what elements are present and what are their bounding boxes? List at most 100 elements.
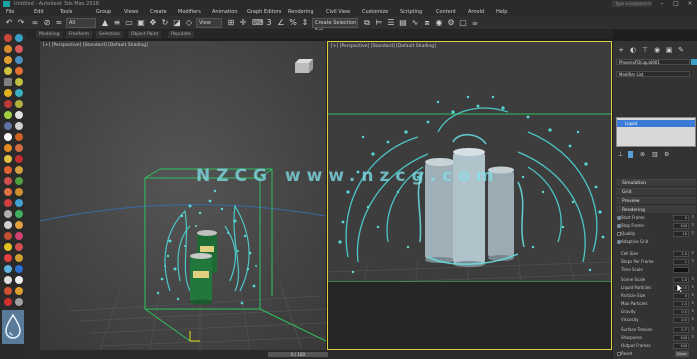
angle-snap-icon[interactable]: ∠ (276, 18, 286, 28)
utilities-icon[interactable]: ✎ (676, 45, 686, 55)
phoenix-vortex-icon[interactable] (4, 67, 12, 75)
reference-coord-dropdown[interactable]: View (196, 18, 222, 28)
phoenix-render-icon[interactable] (15, 155, 23, 163)
tab-populate[interactable]: Populate (168, 31, 194, 38)
param-value[interactable]: 0.0 (673, 317, 689, 323)
percent-snap-icon[interactable]: % (288, 18, 298, 28)
bind-icon[interactable]: ≈ (54, 18, 64, 28)
modifier-list-dropdown[interactable]: Modifier List (616, 71, 690, 77)
phoenix-help-icon[interactable] (4, 177, 12, 185)
spinner-icon[interactable]: ⇕ (691, 277, 695, 283)
phoenix-preview-icon[interactable] (15, 122, 23, 130)
menu-tools[interactable]: Tools (60, 8, 72, 16)
phoenix-snow-icon[interactable] (15, 276, 23, 284)
curve-editor-icon[interactable]: ∿ (410, 18, 420, 28)
viewport-right-label[interactable]: [+] [Perspective] [Standard] [Default Sh… (331, 44, 436, 49)
param-value[interactable]: 100 (673, 335, 689, 341)
mirror-icon[interactable]: ⧉ (362, 18, 372, 28)
select-manipulate-icon[interactable]: ✛ (238, 18, 248, 28)
tab-freeform[interactable]: Freeform (66, 31, 93, 38)
rollout-simulation[interactable]: Simulation (616, 179, 696, 186)
phoenix-light-gray-icon[interactable] (4, 276, 12, 284)
phoenix-wetmap-icon[interactable] (4, 111, 12, 119)
phoenix-force-icon[interactable] (4, 56, 12, 64)
phoenix-group-icon[interactable] (4, 122, 12, 130)
phoenix-warn-icon[interactable] (4, 254, 12, 262)
snap-icon[interactable]: 3 (264, 18, 274, 28)
phoenix-mist-icon[interactable] (15, 100, 23, 108)
toggle-ribbon-icon[interactable]: ▤ (398, 18, 408, 28)
phoenix-shader-icon[interactable] (15, 133, 23, 141)
viewport-left-label[interactable]: [+] [Perspective] [Standard] [Default Sh… (43, 43, 148, 48)
phoenix-body-icon[interactable] (4, 78, 12, 86)
menu-graph-editors[interactable]: Graph Editors (247, 8, 281, 16)
menu-help[interactable]: Help (496, 8, 507, 16)
phoenix-particle-icon[interactable] (4, 133, 12, 141)
phoenix-tuner-icon[interactable] (4, 144, 12, 152)
menu-rendering[interactable]: Rendering (288, 8, 314, 16)
undo-icon[interactable]: ↶ (4, 18, 14, 28)
rollout-grid[interactable]: Grid (616, 188, 696, 195)
make-unique-icon[interactable]: ⊗ (640, 151, 645, 158)
phoenix-white-icon[interactable] (4, 221, 12, 229)
viewport-right[interactable]: [+] [Perspective] [Standard] [Default Sh… (327, 41, 612, 350)
phoenix-splash-icon[interactable] (4, 100, 12, 108)
rollout-rendering[interactable]: Rendering (616, 206, 696, 213)
spinner-icon[interactable]: ⇕ (691, 223, 695, 229)
param-value[interactable]: 0.0 (673, 309, 689, 315)
configure-sets-icon[interactable]: ⚙ (664, 151, 669, 158)
param-value[interactable]: 0.7 (673, 327, 689, 333)
spinner-icon[interactable]: ⇕ (691, 215, 695, 221)
close-button[interactable]: × (683, 0, 697, 8)
display-icon[interactable]: ▣ (664, 45, 674, 55)
menu-arnold[interactable]: Arnold (468, 8, 484, 16)
phoenix-texture-icon[interactable] (15, 144, 23, 152)
align-icon[interactable]: ⊨ (374, 18, 384, 28)
time-slider[interactable]: 0 / 100 (40, 350, 612, 359)
phoenix-sky-icon[interactable] (4, 265, 12, 273)
phoenix-lava-icon[interactable] (4, 298, 12, 306)
maximize-button[interactable]: □ (669, 0, 683, 8)
phoenix-cache-icon[interactable] (4, 155, 12, 163)
phoenix-flame-icon[interactable] (15, 287, 23, 295)
menu-create[interactable]: Create (150, 8, 167, 16)
param-checkbox[interactable] (617, 216, 621, 220)
pin-stack-icon[interactable]: ⊥ (618, 151, 623, 158)
tab-selection[interactable]: Selection (96, 31, 123, 38)
remove-modifier-icon[interactable]: ▥ (652, 151, 658, 158)
rect-select-icon[interactable]: ▭ (124, 18, 134, 28)
spinner-icon[interactable]: ⇕ (691, 293, 695, 299)
frame-indicator[interactable]: 0 / 100 (268, 352, 328, 357)
modify-icon[interactable]: ◐ (628, 45, 638, 55)
render-icon[interactable]: ☕ (470, 18, 480, 28)
spinner-icon[interactable]: ⇕ (691, 259, 695, 265)
window-crossing-icon[interactable]: ▣ (136, 18, 146, 28)
viewport-left[interactable]: [+] [Perspective] [Standard] [Default Sh… (40, 41, 326, 350)
search-input[interactable]: Type a keyword or phrase (612, 1, 652, 12)
menu-file[interactable]: File (6, 8, 14, 16)
menu-scripting[interactable]: Scripting (400, 8, 422, 16)
phoenix-info-icon[interactable] (15, 177, 23, 185)
phoenix-blue-icon[interactable] (15, 265, 23, 273)
scale-icon[interactable]: ◪ (172, 18, 182, 28)
phoenix-pink-icon[interactable] (15, 232, 23, 240)
phoenix-amber-icon[interactable] (15, 221, 23, 229)
create-icon[interactable]: + (616, 45, 626, 55)
spinner-icon[interactable]: ⇕ (691, 285, 695, 291)
phoenix-voxel-icon[interactable] (15, 188, 23, 196)
layer-explorer-icon[interactable]: ☰ (386, 18, 396, 28)
menu-group[interactable]: Group (96, 8, 111, 16)
menu-modifiers[interactable]: Modifiers (178, 8, 201, 16)
object-name-field[interactable]: PhoenixFDLiquid001 (616, 59, 690, 65)
phoenix-source-icon[interactable] (4, 45, 12, 53)
status-button[interactable]: Done (675, 351, 689, 357)
place-icon[interactable]: ◇ (184, 18, 194, 28)
select-icon[interactable]: ▲ (100, 18, 110, 28)
menu-edit[interactable]: Edit (34, 8, 44, 16)
link-icon[interactable]: ∞ (30, 18, 40, 28)
spinner-snap-icon[interactable]: ⇕ (300, 18, 310, 28)
phoenix-gray-icon[interactable] (4, 210, 12, 218)
param-value[interactable]: 1.0 (673, 301, 689, 307)
pivot-icon[interactable]: ⊞ (226, 18, 236, 28)
render-frame-icon[interactable]: ▢ (458, 18, 468, 28)
